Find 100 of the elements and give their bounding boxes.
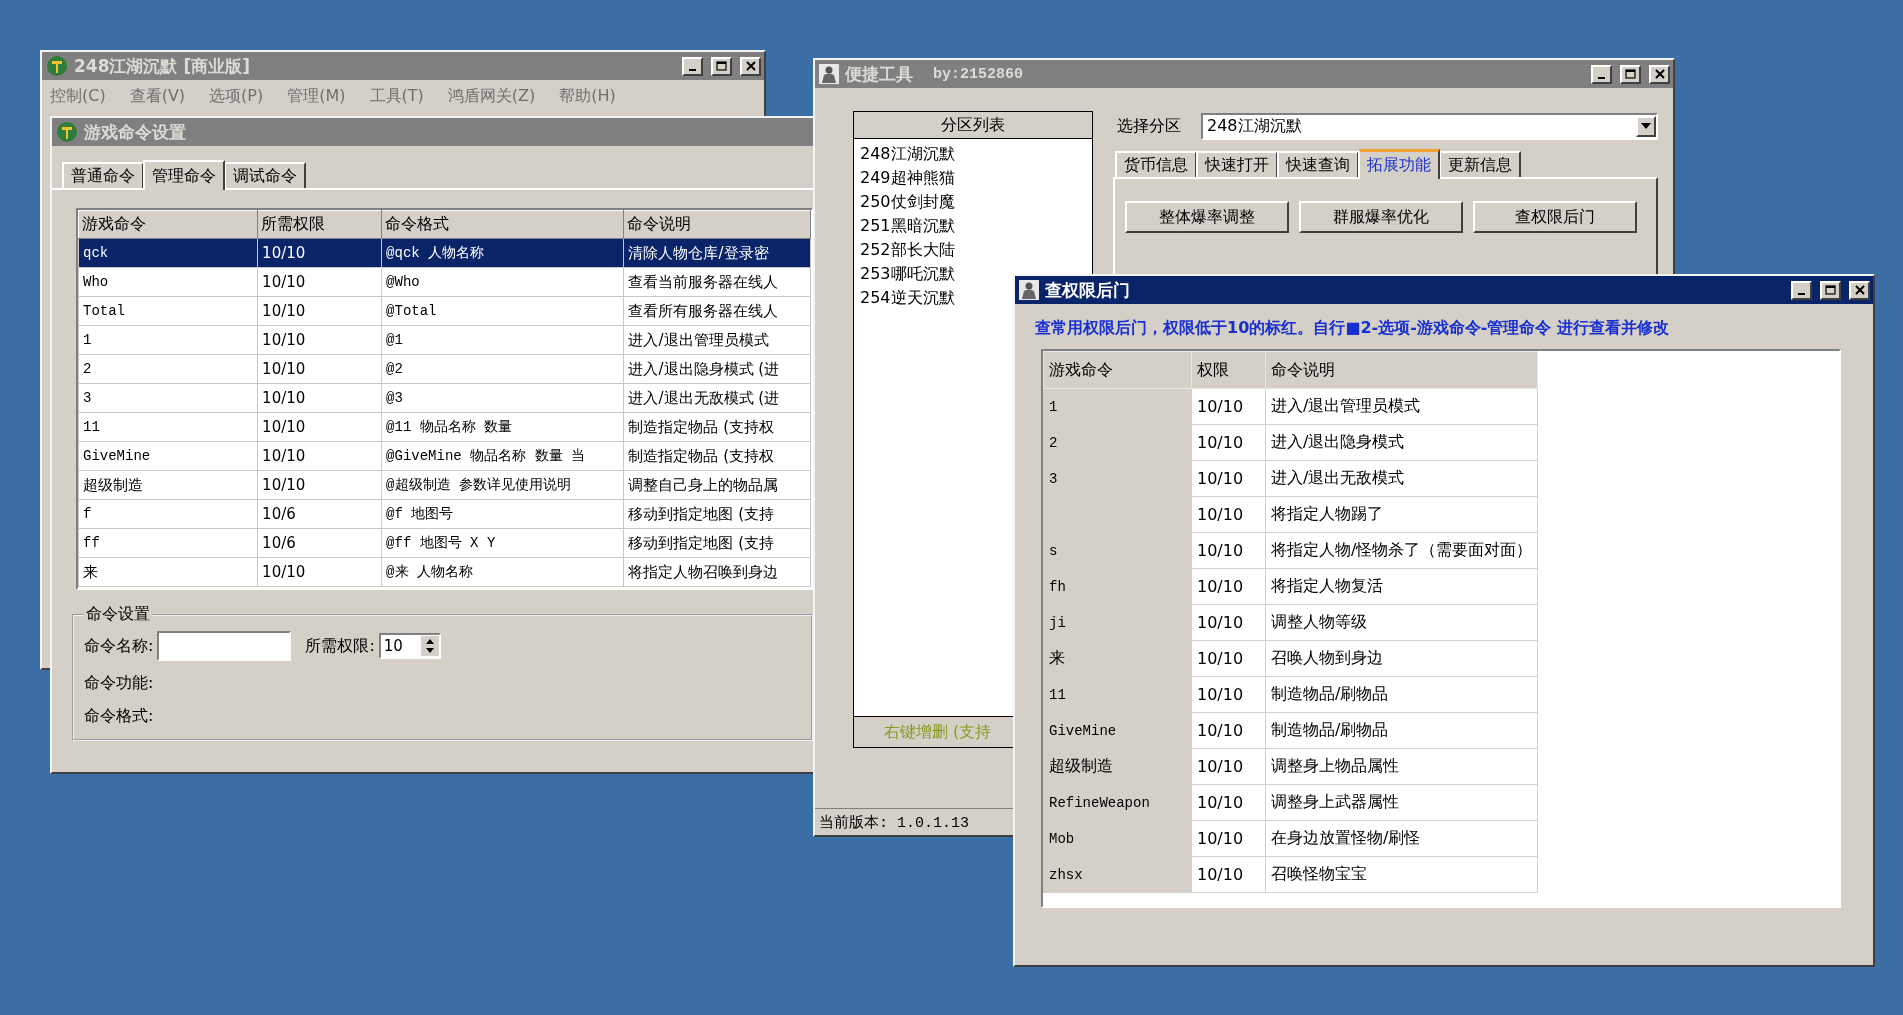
table-cell: @3 xyxy=(381,383,624,413)
list-item[interactable]: 252部长大陆 xyxy=(860,238,955,262)
table-cell: RefineWeapon xyxy=(1043,784,1192,821)
table-row[interactable]: 来 10/10 @来 人物名称 将指定人物召唤到身边 xyxy=(78,557,811,587)
minimize-icon xyxy=(1798,292,1805,295)
table-row[interactable]: qck 10/10 @qck 人物名称 清除人物仓库/登录密 xyxy=(78,238,811,268)
close-button[interactable] xyxy=(1649,64,1670,84)
minimize-button[interactable] xyxy=(682,56,703,76)
table-cell: @1 xyxy=(381,325,624,355)
table-cell: ff xyxy=(78,528,258,558)
column-header[interactable]: 权限 xyxy=(1191,351,1266,389)
table-row[interactable]: Who 10/10 @Who 查看当前服务器在线人 xyxy=(78,267,811,297)
table-cell: qck xyxy=(78,238,258,268)
table-cell: 10/10 xyxy=(257,238,382,268)
list-header: 分区列表 xyxy=(854,112,1092,139)
tab[interactable]: 更新信息 xyxy=(1439,151,1521,177)
minimize-button[interactable] xyxy=(1791,280,1812,300)
spinner-field[interactable]: 10 xyxy=(378,633,441,659)
tab[interactable]: 管理命令 xyxy=(143,160,225,190)
table-row[interactable]: 11 10/10 @11 物品名称 数量 制造指定物品 (支持权 xyxy=(78,412,811,442)
close-button[interactable] xyxy=(1849,280,1870,300)
maximize-button[interactable] xyxy=(1620,64,1641,84)
table-cell: 10/10 xyxy=(257,470,382,500)
window-title: 便捷工具 xyxy=(845,62,913,86)
column-header[interactable]: 命令说明 xyxy=(623,210,811,239)
table-cell: 10/10 xyxy=(1191,640,1266,677)
table-cell: 2 xyxy=(1043,424,1192,461)
table-cell: 10/10 xyxy=(257,412,382,442)
table-cell: 进入/退出隐身模式 (进 xyxy=(623,354,811,384)
table-row[interactable]: ff 10/6 @ff 地图号 X Y 移动到指定地图 (支持 xyxy=(78,528,811,558)
table-cell: Mob xyxy=(1043,820,1192,857)
maximize-button[interactable] xyxy=(711,56,732,76)
caret-icon xyxy=(1641,123,1651,129)
column-header[interactable]: 所需权限 xyxy=(257,210,382,239)
table-cell: 清除人物仓库/登录密 xyxy=(623,238,811,268)
column-header[interactable]: 游戏命令 xyxy=(1043,351,1192,389)
table-cell: 10/10 xyxy=(257,354,382,384)
table-row[interactable]: f 10/6 @f 地图号 移动到指定地图 (支持 xyxy=(78,499,811,529)
list-item[interactable]: 251黑暗沉默 xyxy=(860,214,955,238)
list-item[interactable]: 249超神熊猫 xyxy=(860,166,955,190)
table-cell: 10/10 xyxy=(1191,568,1266,605)
close-button[interactable] xyxy=(740,56,761,76)
table-cell: 进入/退出管理员模式 xyxy=(1265,388,1538,425)
list-item[interactable]: 253哪吒沉默 xyxy=(860,262,955,286)
table-cell: 11 xyxy=(78,412,258,442)
table-cell: 3 xyxy=(1043,460,1192,497)
author-label: by:2152860 xyxy=(933,65,1023,83)
action-button[interactable]: 整体爆率调整 xyxy=(1125,201,1289,233)
table-cell: 在身边放置怪物/刷怪 xyxy=(1265,820,1538,857)
list-item[interactable]: 254逆天沉默 xyxy=(860,286,955,310)
list-item[interactable]: 248江湖沉默 xyxy=(860,142,955,166)
table-cell: 10/6 xyxy=(257,499,382,529)
table-cell: @qck 人物名称 xyxy=(381,238,624,268)
table-cell: 召唤人物到身边 xyxy=(1265,640,1538,677)
table-cell: @Total xyxy=(381,296,624,326)
table-cell: 10/10 xyxy=(1191,748,1266,785)
partition-dropdown[interactable]: 248江湖沉默 xyxy=(1201,112,1658,140)
table-row[interactable]: 2 10/10 @2 进入/退出隐身模式 (进 xyxy=(78,354,811,384)
column-header[interactable]: 命令格式 xyxy=(381,210,624,239)
table-cell: zhsx xyxy=(1043,856,1192,893)
table-cell: 进入/退出无敌模式 (进 xyxy=(623,383,811,413)
table-row[interactable]: Total 10/10 @Total 查看所有服务器在线人 xyxy=(78,296,811,326)
input-field[interactable] xyxy=(157,631,292,661)
table-cell: 11 xyxy=(1043,676,1192,713)
app-icon xyxy=(56,121,78,143)
maximize-button[interactable] xyxy=(1820,280,1841,300)
table-cell: @GiveMine 物品名称 数量 当 xyxy=(381,441,624,471)
tab[interactable]: 普通命令 xyxy=(62,162,144,188)
table-row[interactable]: 3 10/10 @3 进入/退出无敌模式 (进 xyxy=(78,383,811,413)
tab[interactable]: 快速查询 xyxy=(1277,151,1359,177)
table-cell: 10/10 xyxy=(257,267,382,297)
window-title: 查权限后门 xyxy=(1045,278,1130,302)
action-button[interactable]: 查权限后门 xyxy=(1473,201,1637,233)
table-cell: 10/10 xyxy=(257,383,382,413)
table-cell: 查看当前服务器在线人 xyxy=(623,267,811,297)
dropdown-button[interactable] xyxy=(1636,115,1656,137)
table-cell: 进入/退出无敌模式 xyxy=(1265,460,1538,497)
table-cell: 来 xyxy=(78,557,258,587)
table-cell: 10/10 xyxy=(1191,712,1266,749)
table-row[interactable]: 1 10/10 @1 进入/退出管理员模式 xyxy=(78,325,811,355)
table-row[interactable]: 超级制造 10/10 @超级制造 参数详见使用说明 调整自己身上的物品属 xyxy=(78,470,811,500)
column-header[interactable]: 游戏命令 xyxy=(78,210,258,239)
tab[interactable]: 拓展功能 xyxy=(1358,149,1440,179)
table-cell: 制造物品/刷物品 xyxy=(1265,712,1538,749)
table-cell: 10/10 xyxy=(257,296,382,326)
table-cell: 制造物品/刷物品 xyxy=(1265,676,1538,713)
table-cell: 查看所有服务器在线人 xyxy=(623,296,811,326)
minimize-button[interactable] xyxy=(1591,64,1612,84)
tab[interactable]: 货币信息 xyxy=(1115,151,1197,177)
column-header[interactable]: 命令说明 xyxy=(1265,351,1538,389)
maximize-icon xyxy=(1625,69,1636,79)
figure-icon xyxy=(1019,280,1039,300)
action-button[interactable]: 群服爆率优化 xyxy=(1299,201,1463,233)
table-cell: @来 人物名称 xyxy=(381,557,624,587)
table-cell: Total xyxy=(78,296,258,326)
tab[interactable]: 快速打开 xyxy=(1196,151,1278,177)
list-item[interactable]: 250仗剑封魔 xyxy=(860,190,955,214)
table-row[interactable]: GiveMine 10/10 @GiveMine 物品名称 数量 当 制造指定物品 (支持权 xyxy=(78,441,811,471)
tab[interactable]: 调试命令 xyxy=(224,162,306,188)
close-icon xyxy=(1654,69,1665,79)
